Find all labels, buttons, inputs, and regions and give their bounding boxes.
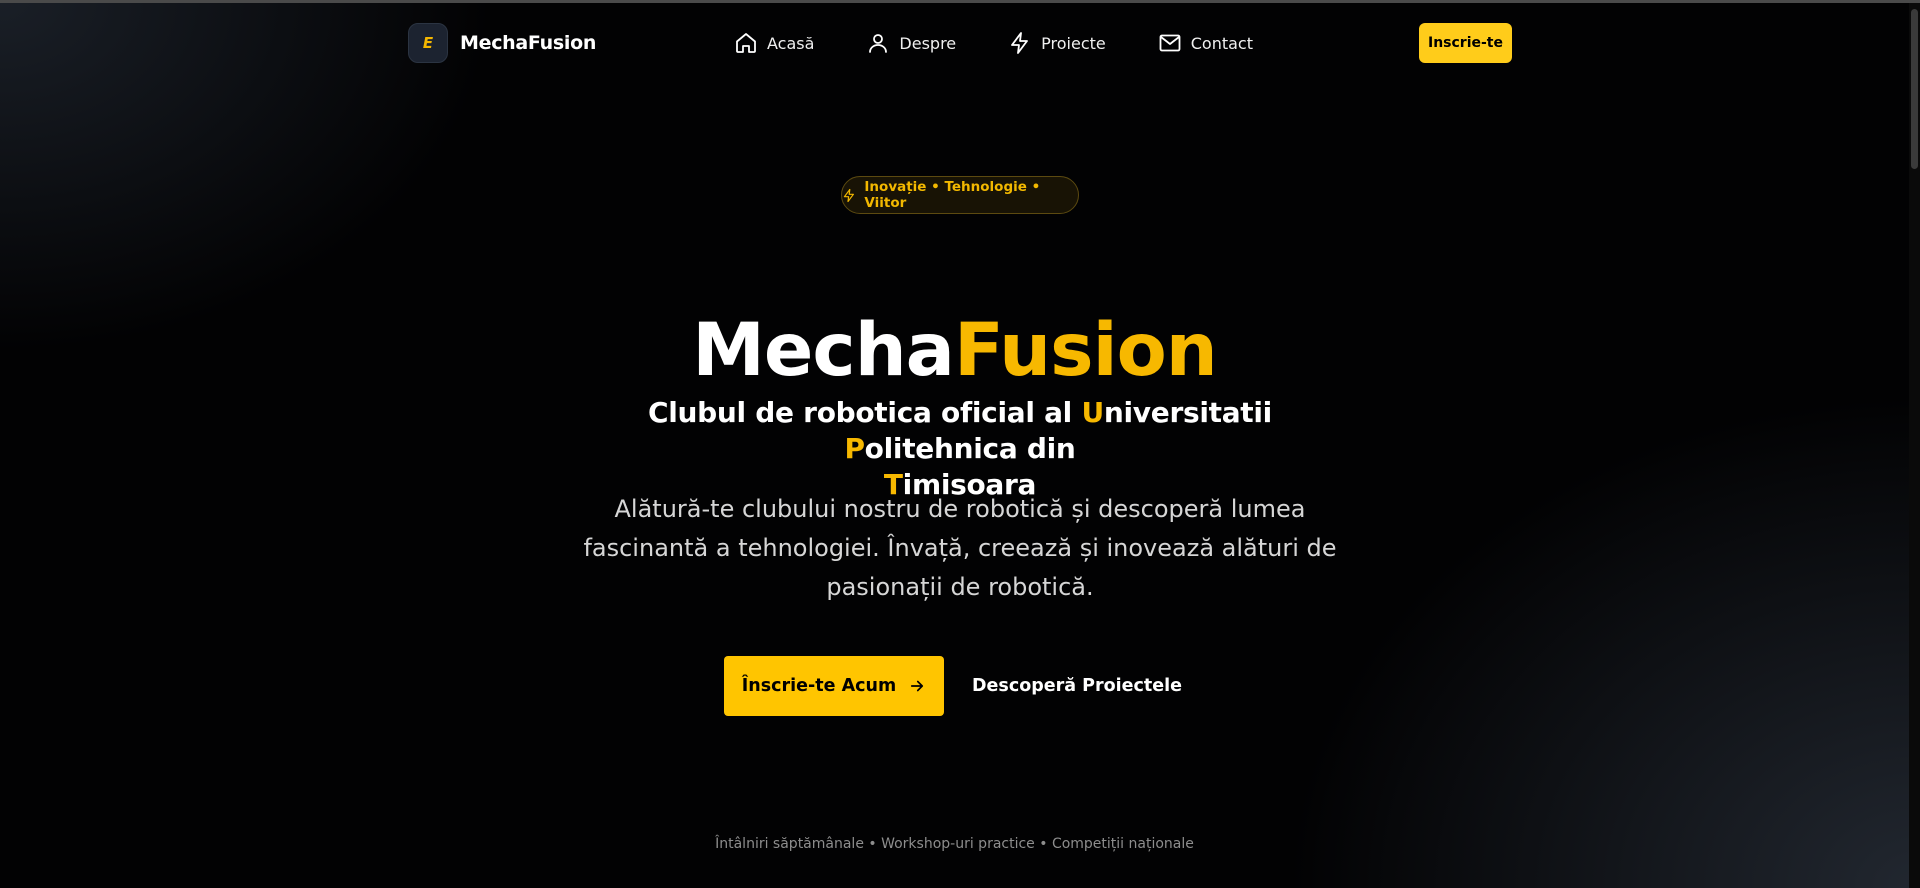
site-header: E MechaFusion Acasă Despre Proiecte Cont… (0, 3, 1909, 83)
signup-now-button[interactable]: Înscrie-te Acum (724, 656, 944, 716)
subtitle-highlight-u: U (1081, 396, 1104, 429)
subtitle-text: Clubul de robotica oficial al (648, 396, 1082, 429)
main-nav: Acasă Despre Proiecte Contact (734, 31, 1305, 55)
footer-note: Întâlniri săptămânale • Workshop-uri pra… (715, 836, 1194, 852)
cta-primary-label: Înscrie-te Acum (741, 676, 897, 696)
nav-item-despre[interactable]: Despre (866, 31, 956, 55)
brand-logo[interactable]: E MechaFusion (408, 23, 596, 63)
badge-text: Inovație • Tehnologie • Viitor (864, 179, 1041, 211)
discover-projects-button[interactable]: Descoperă Proiectele (972, 656, 1182, 716)
user-icon (869, 34, 888, 53)
arrow-right-icon (911, 680, 924, 692)
lightning-icon (1011, 32, 1029, 54)
logo-icon: E (408, 23, 448, 63)
nav-item-label: Despre (899, 33, 957, 53)
nav-item-proiecte[interactable]: Proiecte (1008, 31, 1106, 55)
scrollbar[interactable] (1909, 3, 1920, 888)
tagline-badge: Inovație • Tehnologie • Viitor (841, 176, 1079, 214)
hero-title-part2: Fusion (953, 308, 1218, 393)
nav-item-label: Acasă (767, 33, 815, 53)
nav-item-contact[interactable]: Contact (1158, 31, 1253, 55)
hero-description: Alătură-te clubului nostru de robotică ș… (583, 495, 1337, 601)
signup-button[interactable]: Inscrie-te (1419, 23, 1512, 63)
subtitle-text: olitehnica din (864, 432, 1076, 465)
subtitle-text: niversitatii (1103, 396, 1272, 429)
hero-title: MechaFusion (0, 306, 1909, 396)
subtitle-highlight-p: P (844, 432, 865, 465)
lightning-icon (843, 188, 855, 202)
nav-item-label: Proiecte (1041, 33, 1106, 53)
scrollbar-thumb[interactable] (1911, 9, 1918, 169)
nav-item-acasa[interactable]: Acasă (734, 31, 814, 55)
hero-title-part1: Mecha (692, 308, 955, 393)
home-icon (736, 33, 756, 53)
hero-subtitle: Clubul de robotica oficial al Universita… (560, 395, 1360, 503)
nav-item-label: Contact (1190, 33, 1253, 53)
brand-name: MechaFusion (460, 32, 597, 54)
mail-icon (1159, 34, 1181, 52)
